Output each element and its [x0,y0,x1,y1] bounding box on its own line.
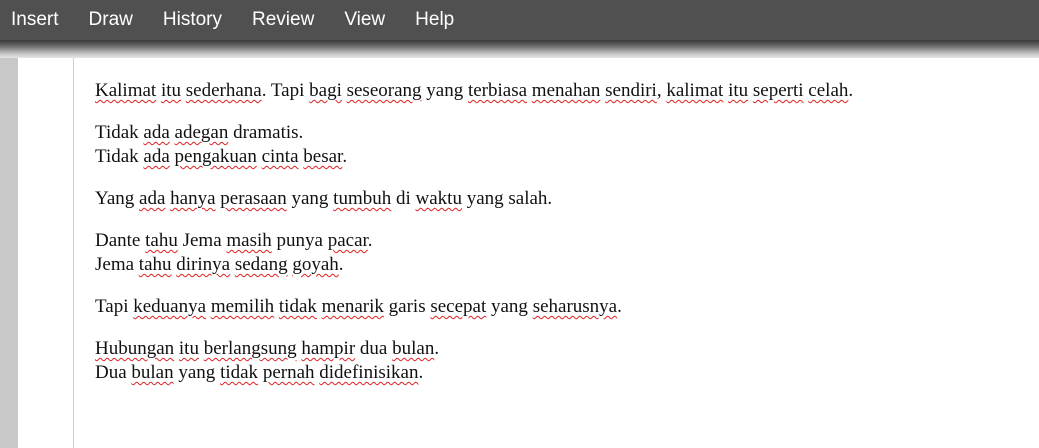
text-run: Tapi [95,296,134,317]
text-line[interactable]: Tapi keduanya memilih tidak menarik gari… [95,295,1025,319]
misspelled-word: sedang [234,254,288,275]
misspelled-word: seperti [752,80,804,101]
misspelled-word: celah [808,80,849,101]
menu-item-history[interactable]: History [148,0,237,40]
menu-item-review[interactable]: Review [237,0,329,40]
misspelled-word: itu [728,80,749,101]
menu-item-view[interactable]: View [329,0,400,40]
text-run: yang salah. [461,188,553,209]
misspelled-word: berlangsung [203,338,297,359]
misspelled-word: pernah [262,362,315,383]
text-run: Jema [95,254,139,275]
misspelled-word: tumbuh [333,188,392,209]
misspelled-word: didefinisikan [319,362,419,383]
misspelled-word: ada [139,188,166,209]
misspelled-word: goyah [292,254,339,275]
text-run: yang [421,80,468,101]
misspelled-word: terbiasa [467,80,528,101]
paragraph[interactable]: Tapi keduanya memilih tidak menarik gari… [95,295,1025,319]
misspelled-word: memilih [210,296,275,317]
misspelled-word: tidak [278,296,317,317]
text-run: Dante [95,230,146,251]
misspelled-word: sederhana [185,80,262,101]
misspelled-word: masih [226,230,272,251]
text-line[interactable]: Tidak ada pengakuan cinta besar. [95,145,1025,169]
misspelled-word: pacar [327,230,368,251]
text-run: Jema [177,230,227,251]
ribbon-shadow [0,40,1039,58]
misspelled-word: dirinya [176,254,231,275]
misspelled-word: bulan [131,362,174,383]
misspelled-word: tahu [145,230,178,251]
misspelled-word: itu [160,80,182,101]
misspelled-word: pengakuan [174,146,257,167]
document-body[interactable]: Kalimat itu sederhana. Tapi bagi seseora… [95,79,1025,403]
misspelled-word: tahu [138,254,172,275]
text-run: Tidak [95,122,144,143]
text-line[interactable]: Kalimat itu sederhana. Tapi bagi seseora… [95,79,1025,103]
text-run: . [367,230,373,251]
text-run: yang [486,296,533,317]
text-run: . [342,146,348,167]
text-run: . [848,80,854,101]
text-run: . [434,338,440,359]
text-line[interactable]: Jema tahu dirinya sedang goyah. [95,253,1025,277]
text-line[interactable]: Dante tahu Jema masih punya pacar. [95,229,1025,253]
misspelled-word: cinta [261,146,299,167]
menu-item-draw[interactable]: Draw [74,0,148,40]
text-run: Tidak [95,146,144,167]
misspelled-word: besar [303,146,343,167]
menu-item-insert[interactable]: Insert [0,0,74,40]
paragraph[interactable]: Kalimat itu sederhana. Tapi bagi seseora… [95,79,1025,103]
menu-bar: Insert Draw History Review View Help [0,0,1039,40]
text-line[interactable]: Hubungan itu berlangsung hampir dua bula… [95,337,1025,361]
text-run: , [656,80,667,101]
misspelled-word: kalimat [666,80,724,101]
misspelled-word: Kalimat [95,80,157,101]
misspelled-word: Hubungan [95,338,175,359]
misspelled-word: waktu [415,188,462,209]
misspelled-word: menarik [321,296,384,317]
misspelled-word: bagi [309,80,342,101]
text-run: punya [271,230,328,251]
misspelled-word: adegan [174,122,229,143]
misspelled-word: tidak [220,362,259,383]
misspelled-word: perasaan [220,188,287,209]
misspelled-word: seseorang [346,80,422,101]
text-run: yang [173,362,221,383]
text-run: . Tapi [261,80,310,101]
misspelled-word: itu [178,338,199,359]
text-run: . [338,254,344,275]
text-line[interactable]: Dua bulan yang tidak pernah didefinisika… [95,361,1025,385]
text-run: dua [355,338,393,359]
misspelled-word: bulan [392,338,435,359]
misspelled-word: sendiri [605,80,657,101]
text-run: garis [383,296,431,317]
text-line[interactable]: Yang ada hanya perasaan yang tumbuh di w… [95,187,1025,211]
text-run: di [391,188,416,209]
misspelled-word: ada [143,122,170,143]
paragraph[interactable]: Dante tahu Jema masih punya pacar. Jema t… [95,229,1025,277]
text-run: . [617,296,622,317]
misspelled-word: hampir [301,338,356,359]
text-run: Dua [95,362,132,383]
paragraph[interactable]: Yang ada hanya perasaan yang tumbuh di w… [95,187,1025,211]
text-run: Yang [95,188,140,209]
left-page-gutter [0,58,18,448]
menu-item-help[interactable]: Help [400,0,469,40]
paragraph[interactable]: Hubungan itu berlangsung hampir dua bula… [95,337,1025,385]
misspelled-word: secepat [430,296,487,317]
misspelled-word: keduanya [133,296,207,317]
misspelled-word: menahan [531,80,601,101]
text-run: yang [286,188,334,209]
paragraph[interactable]: Tidak ada adegan dramatis. Tidak ada peng… [95,121,1025,169]
text-run: . [418,362,424,383]
page-margin-line [73,58,74,448]
misspelled-word: hanya [170,188,216,209]
text-line[interactable]: Tidak ada adegan dramatis. [95,121,1025,145]
text-run: dramatis. [228,122,304,143]
misspelled-word: seharusnya [532,296,618,317]
misspelled-word: ada [143,146,170,167]
